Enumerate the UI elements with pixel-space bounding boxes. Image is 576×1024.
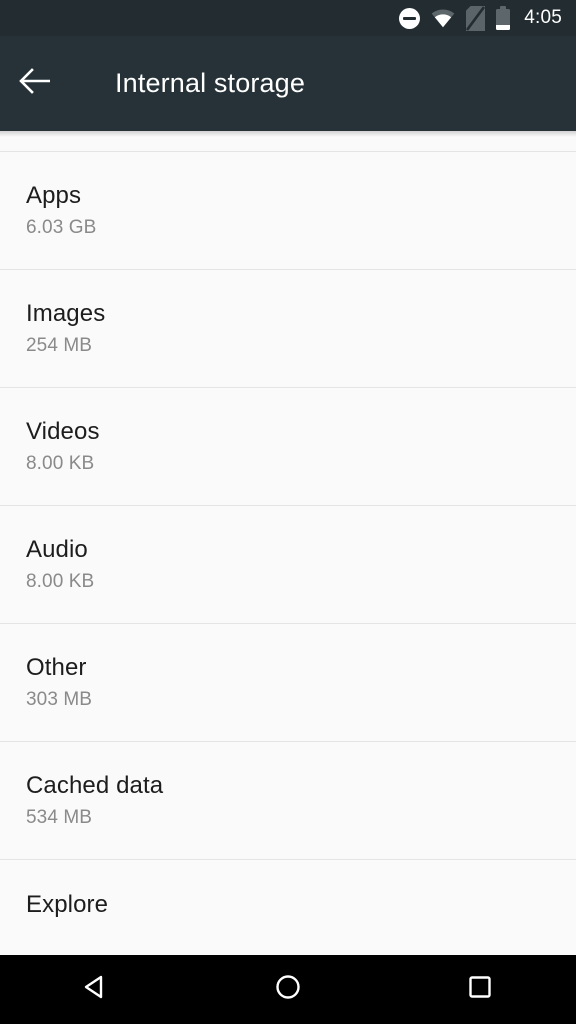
list-item-apps[interactable]: Apps 6.03 GB xyxy=(0,152,576,270)
triangle-back-icon xyxy=(81,972,111,1007)
arrow-back-icon xyxy=(19,67,53,100)
list-item-size: 6.03 GB xyxy=(26,216,97,238)
list-item-title: Images xyxy=(26,299,106,327)
nav-back-button[interactable] xyxy=(36,955,156,1024)
list-item-size: 303 MB xyxy=(26,688,93,710)
list-item-title: Apps xyxy=(26,181,82,209)
list-item-size: 8.00 KB xyxy=(26,570,95,592)
list-item-title: Explore xyxy=(26,891,109,918)
list-item-title: Videos xyxy=(26,417,100,445)
status-bar-clock: 4:05 xyxy=(524,7,562,28)
list-item-images[interactable]: Images 254 MB xyxy=(0,270,576,388)
do-not-disturb-icon xyxy=(399,7,421,29)
list-item-explore[interactable]: Explore xyxy=(0,860,576,955)
app-toolbar: Internal storage xyxy=(0,36,576,131)
system-navigation-bar xyxy=(0,955,576,1024)
status-bar: 4:05 xyxy=(0,0,576,36)
list-item-title: Other xyxy=(26,653,87,681)
square-recents-icon xyxy=(465,972,495,1007)
list-item-title: Audio xyxy=(26,535,88,563)
page-title: Internal storage xyxy=(115,68,306,98)
wifi-icon xyxy=(431,8,455,28)
list-item-title: Cached data xyxy=(26,771,164,799)
nav-home-button[interactable] xyxy=(228,955,348,1024)
no-sim-icon xyxy=(466,5,486,31)
circle-home-icon xyxy=(273,972,303,1007)
list-item-size: 8.00 KB xyxy=(26,452,95,474)
status-bar-icons: 4:05 xyxy=(399,5,562,31)
nav-recents-button[interactable] xyxy=(420,955,540,1024)
list-item-size: 534 MB xyxy=(26,806,93,828)
list-item-other[interactable]: Other 303 MB xyxy=(0,624,576,742)
list-item-audio[interactable]: Audio 8.00 KB xyxy=(0,506,576,624)
toolbar-shadow xyxy=(0,131,576,137)
list-item-size: 254 MB xyxy=(26,334,93,356)
list-item-cached-data[interactable]: Cached data 534 MB xyxy=(0,742,576,860)
list-item-videos[interactable]: Videos 8.00 KB xyxy=(0,388,576,506)
storage-category-list[interactable]: Apps 6.03 GB Images 254 MB Videos 8.00 K… xyxy=(0,131,576,955)
back-button[interactable] xyxy=(0,36,72,131)
battery-icon xyxy=(496,6,511,30)
android-screen: 4:05 Internal storage Apps 6.03 GB Image… xyxy=(0,0,576,1024)
